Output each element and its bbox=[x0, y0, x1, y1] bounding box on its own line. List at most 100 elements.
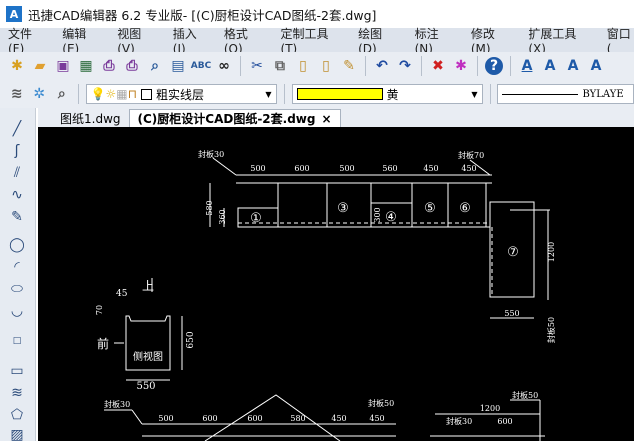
menu-edit[interactable]: 编辑(E) bbox=[62, 25, 101, 56]
menu-custom-tools[interactable]: 定制工具(T) bbox=[281, 25, 343, 56]
layer-color-swatch bbox=[140, 88, 152, 100]
linetype-select[interactable]: BYLAYE bbox=[497, 84, 634, 104]
ellipse-arc-icon[interactable]: ◡ bbox=[8, 302, 26, 320]
dim-label: 600 bbox=[247, 414, 262, 423]
panel-label: 封板50 bbox=[512, 390, 538, 400]
document-tabs: 图纸1.dwg (C)厨柜设计CAD图纸-2套.dwg × bbox=[38, 108, 634, 127]
app-logo-icon: A bbox=[6, 6, 22, 22]
unlock-icon: ⊓ bbox=[127, 87, 137, 101]
menu-dimension[interactable]: 标注(N) bbox=[415, 25, 455, 56]
circle-icon[interactable]: ◯ bbox=[8, 236, 26, 254]
copy-icon[interactable]: ⧉ bbox=[271, 57, 289, 75]
layer-freeze-icon[interactable]: ✲ bbox=[31, 85, 49, 103]
dim-label: 300 bbox=[373, 207, 382, 222]
cut-icon[interactable]: ✂ bbox=[248, 57, 266, 75]
panel-label: 封板30 bbox=[198, 149, 224, 159]
text-icon[interactable]: A bbox=[541, 57, 559, 75]
menu-extensions[interactable]: 扩展工具(X) bbox=[528, 25, 590, 56]
cabinet-number: ③ bbox=[337, 201, 349, 216]
menu-file[interactable]: 文件(F) bbox=[8, 25, 46, 56]
explode-icon[interactable]: ✱ bbox=[452, 57, 470, 75]
dim-label: 580 bbox=[205, 200, 214, 215]
help-icon[interactable]: ? bbox=[485, 57, 503, 75]
app-title: 迅捷CAD编辑器 6.2 专业版 bbox=[28, 7, 183, 23]
up-label: 上 bbox=[142, 279, 154, 293]
delete-icon[interactable]: ✖ bbox=[429, 57, 447, 75]
menu-insert[interactable]: 插入(I) bbox=[173, 25, 208, 56]
menu-format[interactable]: 格式(O) bbox=[224, 25, 265, 56]
ellipse-icon[interactable]: ⬭ bbox=[8, 280, 26, 298]
layer-select[interactable]: 💡 ☼ ▦ ⊓ 粗实线层 ▼ bbox=[85, 84, 277, 104]
tab-drawing1[interactable]: 图纸1.dwg bbox=[52, 109, 129, 127]
menu-view[interactable]: 视图(V) bbox=[117, 25, 157, 56]
side-view-label: 侧视图 bbox=[133, 350, 163, 363]
match-properties-icon[interactable]: ✎ bbox=[340, 57, 358, 75]
arc-icon[interactable]: ◜ bbox=[8, 258, 26, 276]
spline-icon[interactable]: ∿ bbox=[8, 186, 26, 204]
dim-label: 580 bbox=[290, 414, 305, 423]
toolbar-divider bbox=[489, 84, 491, 104]
lightbulb-icon: 💡 bbox=[90, 87, 106, 101]
freehand-icon[interactable]: ✎ bbox=[8, 208, 26, 226]
properties-icon[interactable]: ▤ bbox=[169, 57, 187, 75]
new-file-icon[interactable]: ✱ bbox=[8, 57, 26, 75]
dim-label: 600 bbox=[497, 417, 512, 426]
kitchen-plan-top bbox=[209, 157, 550, 319]
undo-icon[interactable]: ↶ bbox=[373, 57, 391, 75]
panel-label: 封板50 bbox=[368, 398, 394, 408]
print-icon[interactable]: ⎙ bbox=[123, 57, 141, 75]
open-folder-icon[interactable]: ▰ bbox=[31, 57, 49, 75]
layer-manager-icon[interactable]: ≋ bbox=[8, 85, 26, 103]
polygon-icon[interactable]: ⬠ bbox=[8, 406, 26, 424]
find-binoculars-icon[interactable]: ∞ bbox=[215, 57, 233, 75]
export-icon[interactable]: ▦ bbox=[77, 57, 95, 75]
color-name: 黄 bbox=[386, 87, 399, 102]
text-edit-icon[interactable]: A bbox=[564, 57, 582, 75]
chevron-down-icon: ▼ bbox=[471, 89, 478, 99]
zoom-page-icon[interactable]: ⌕ bbox=[146, 57, 164, 75]
save-icon[interactable]: ▣ bbox=[54, 57, 72, 75]
layer-name: 粗实线层 bbox=[155, 87, 204, 102]
cabinet-number: ⑤ bbox=[424, 201, 436, 216]
rectangle-icon[interactable]: ▭ bbox=[8, 362, 26, 380]
cabinet-number: ⑥ bbox=[459, 201, 471, 216]
toolbar-divider bbox=[477, 56, 478, 76]
color-select[interactable]: 黄 ▼ bbox=[291, 84, 483, 104]
layer-toolbar: ≋ ✲ ⌕ 💡 ☼ ▦ ⊓ 粗实线层 ▼ 黄 ▼ BYLAYE bbox=[0, 80, 634, 108]
dim-label: 650 bbox=[186, 331, 196, 348]
dim-label: 450 bbox=[461, 164, 476, 173]
redo-icon[interactable]: ↷ bbox=[396, 57, 414, 75]
menu-draw[interactable]: 绘图(D) bbox=[358, 25, 399, 56]
dim-label: 1200 bbox=[547, 242, 556, 262]
drawing-canvas[interactable]: 500 600 500 560 450 450 封板30 封板70 580 36… bbox=[38, 127, 634, 442]
line-icon[interactable]: ╱ bbox=[8, 120, 26, 138]
cabinet-number: ① bbox=[250, 211, 262, 226]
close-tab-icon[interactable]: × bbox=[322, 112, 332, 126]
chevron-down-icon: ▼ bbox=[265, 89, 272, 99]
print-preview-icon[interactable]: ⎙ bbox=[100, 57, 118, 75]
menu-window[interactable]: 窗口( bbox=[607, 25, 634, 56]
polyline-icon[interactable]: ʃ bbox=[8, 142, 26, 160]
helix-icon[interactable]: ≋ bbox=[8, 384, 26, 402]
dim-label: 1200 bbox=[480, 404, 500, 413]
multiline-icon[interactable]: ⫽ bbox=[8, 164, 26, 182]
spellcheck-icon[interactable]: ABC bbox=[191, 57, 211, 75]
hatch-icon[interactable]: ▨ bbox=[8, 426, 26, 444]
paste-special-icon[interactable]: ▯ bbox=[317, 57, 335, 75]
tab-label: 图纸1.dwg bbox=[60, 111, 121, 126]
draw-toolbar: ╱ ʃ ⫽ ∿ ✎ ◯ ◜ ⬭ ◡ □ ▭ ≋ ⬠ ▨ bbox=[0, 108, 36, 444]
menu-modify[interactable]: 修改(M) bbox=[471, 25, 513, 56]
dim-label: 500 bbox=[250, 164, 265, 173]
dim-label: 450 bbox=[423, 164, 438, 173]
tab-cabinet-design[interactable]: (C)厨柜设计CAD图纸-2套.dwg × bbox=[128, 109, 341, 127]
point-icon[interactable]: □ bbox=[8, 332, 26, 350]
text-format-icon[interactable]: A bbox=[587, 57, 605, 75]
panel-label: 封板30 bbox=[446, 416, 472, 426]
toolbar-divider bbox=[421, 56, 422, 76]
paste-icon[interactable]: ▯ bbox=[294, 57, 312, 75]
toolbar-divider bbox=[510, 56, 511, 76]
layer-previous-icon[interactable]: ⌕ bbox=[53, 85, 71, 103]
text-style-icon[interactable]: A bbox=[518, 57, 536, 75]
toolbar-divider bbox=[240, 56, 241, 76]
panel-label: 封板70 bbox=[458, 150, 484, 160]
